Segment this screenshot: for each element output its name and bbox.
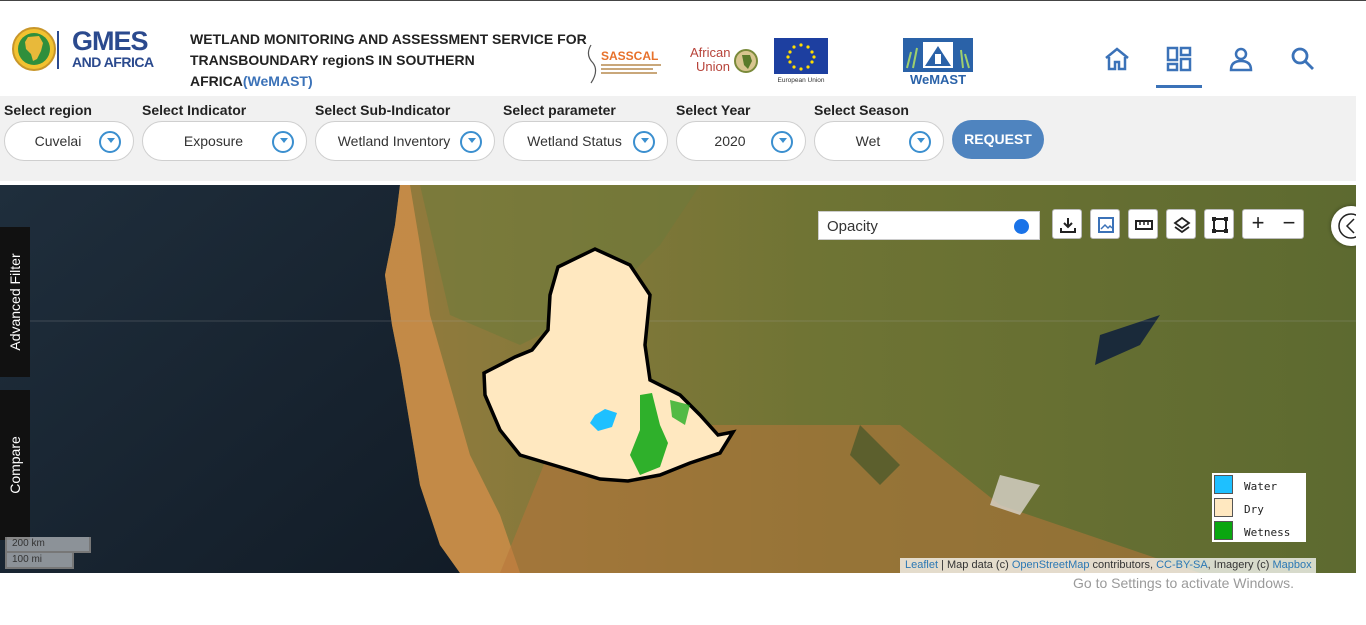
advanced-filter-label: Advanced Filter [7,253,23,351]
sub-indicator-label: Select Sub-Indicator [315,102,451,118]
leaflet-link[interactable]: Leaflet [905,559,938,571]
license-link[interactable]: CC-BY-SA [1156,559,1208,571]
legend-label-water: Water [1244,480,1278,493]
wemast-logo: WeMAST [903,38,973,87]
africa-globe-icon [12,27,59,71]
sasscal-text: SASSCAL [601,49,658,63]
draw-rectangle-button[interactable] [1204,209,1234,239]
chevron-down-icon[interactable] [99,131,121,153]
african-union-logo: African Union [690,45,760,75]
legend-swatch-wetness [1214,521,1233,540]
compare-label: Compare [7,436,23,494]
chevron-down-icon[interactable] [909,131,931,153]
map-legend: Water Dry Wetness [1212,473,1306,542]
zoom-in-button[interactable]: + [1243,210,1273,238]
eu-logo: European Union [774,38,828,84]
legend-label-dry: Dry [1244,503,1264,516]
advanced-filter-tab[interactable]: Advanced Filter [0,227,30,377]
ruler-icon [1135,220,1153,230]
logo-line1: GMES [72,26,149,56]
season-select[interactable]: Wet [814,121,944,161]
eu-text: European Union [778,77,825,84]
scale-bar-mi: 100 mi [5,553,74,569]
parameter-select[interactable]: Wetland Status [503,121,668,161]
au-text-1: African [690,45,730,60]
opacity-slider[interactable]: Opacity [818,211,1040,240]
app-title-line2-text: TRANSBOUNDARY regionS IN SOUTHERN AFRICA [190,52,475,89]
collapse-panel-button[interactable] [1331,206,1356,246]
mapbox-link[interactable]: Mapbox [1272,559,1311,571]
scale-bar-km: 200 km [5,537,91,553]
season-label: Select Season [814,102,909,118]
parameter-label: Select parameter [503,102,616,118]
zoom-out-button[interactable]: − [1274,210,1304,238]
legend-label-wetness: Wetness [1244,526,1291,539]
gmes-logo-text: GMES AND AFRICA [72,27,154,69]
indicator-select[interactable]: Exposure [142,121,307,161]
header: GMES AND AFRICA WETLAND MONITORING AND A… [0,1,1366,96]
year-label: Select Year [676,102,751,118]
image-icon [1098,217,1114,233]
logo-line2: AND AFRICA [72,54,154,70]
region-select[interactable]: Cuvelai [4,121,134,161]
app-title-line2: TRANSBOUNDARY regionS IN SOUTHERN AFRICA… [190,50,590,92]
wemast-text: WeMAST [910,72,966,86]
download-button[interactable] [1052,209,1082,239]
legend-swatch-water [1214,475,1233,494]
osm-link[interactable]: OpenStreetMap [1012,559,1090,571]
search-icon[interactable] [1289,45,1317,73]
region-label: Select region [4,102,92,118]
map-view[interactable]: Advanced Filter Compare Opacity + − Wate… [0,185,1356,573]
legend-swatch-dry [1214,498,1233,517]
chevron-down-icon[interactable] [460,131,482,153]
layers-button[interactable] [1166,209,1196,239]
compare-tab[interactable]: Compare [0,390,30,540]
zoom-control: + − [1242,209,1304,239]
layers-icon [1173,216,1191,234]
measure-button[interactable] [1128,209,1158,239]
app-title: WETLAND MONITORING AND ASSESSMENT SERVIC… [190,29,590,92]
app-title-line1: WETLAND MONITORING AND ASSESSMENT SERVIC… [190,31,587,47]
chevron-down-icon[interactable] [272,131,294,153]
windows-activation-watermark: Go to Settings to activate Windows. [1073,575,1294,591]
app-title-acronym: (WeMAST) [242,73,313,89]
opacity-slider-handle[interactable] [1014,219,1029,234]
filter-bar: Select region Cuvelai Select Indicator E… [0,96,1356,181]
chevron-down-icon[interactable] [771,131,793,153]
download-icon [1060,218,1076,233]
map-attribution: Leaflet | Map data (c) OpenStreetMap con… [900,558,1316,573]
attrib-text-2: contributors, [1089,559,1157,571]
au-text-2: Union [696,59,730,74]
image-export-button[interactable] [1090,209,1120,239]
nav-active-indicator [1156,85,1202,88]
indicator-label: Select Indicator [142,102,247,118]
satellite-basemap[interactable] [0,185,1356,573]
year-select[interactable]: 2020 [676,121,806,161]
chevron-down-icon[interactable] [633,131,655,153]
sasscal-logo: SASSCAL [585,41,670,85]
opacity-label: Opacity [827,218,878,235]
attrib-text-3: , Imagery (c) [1207,559,1273,571]
home-icon[interactable] [1103,45,1131,73]
sub-indicator-select[interactable]: Wetland Inventory [315,121,495,161]
request-button[interactable]: REQUEST [952,120,1044,159]
draw-rectangle-icon [1212,217,1228,233]
attrib-text-1: | Map data (c) [938,559,1012,571]
chevron-left-icon [1338,213,1356,239]
user-icon[interactable] [1227,45,1255,73]
dashboard-icon[interactable] [1165,45,1193,73]
gmes-africa-logo[interactable]: GMES AND AFRICA [10,25,155,73]
